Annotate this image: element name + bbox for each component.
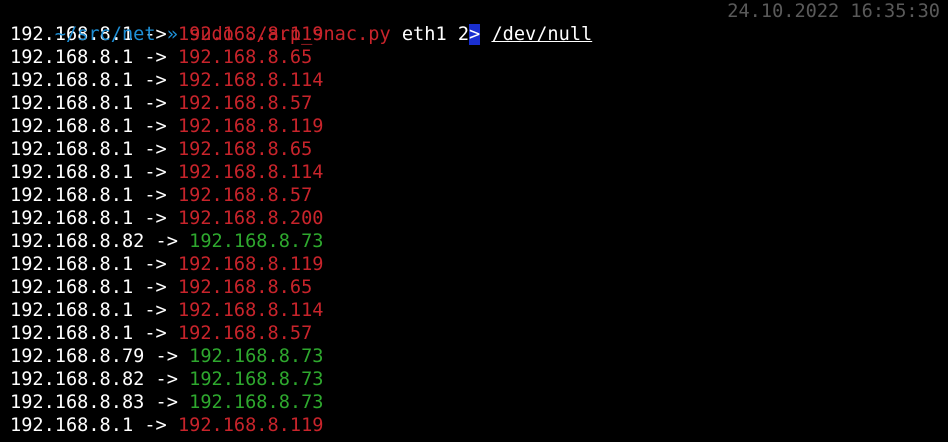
source-ip: 192.168.8.79 xyxy=(10,346,145,367)
destination-ip: 192.168.8.73 xyxy=(189,369,324,390)
destination-ip: 192.168.8.119 xyxy=(177,415,324,436)
destination-ip: 192.168.8.73 xyxy=(189,231,324,252)
output-line: 192.168.8.1 -> 192.168.8.114 xyxy=(10,69,940,92)
source-ip: 192.168.8.1 xyxy=(10,208,134,229)
command-arg: eth1 xyxy=(401,24,447,45)
source-ip: 192.168.8.1 xyxy=(10,116,134,137)
destination-ip: 192.168.8.73 xyxy=(189,392,324,413)
arrow-separator: -> xyxy=(144,116,167,137)
source-ip: 192.168.8.1 xyxy=(10,93,134,114)
arrow-separator: -> xyxy=(155,346,178,367)
arrow-separator: -> xyxy=(144,70,167,91)
destination-ip: 192.168.8.65 xyxy=(177,139,313,160)
text-cursor[interactable]: > xyxy=(469,24,481,45)
source-ip: 192.168.8.1 xyxy=(10,162,134,183)
output-line: 192.168.8.1 -> 192.168.8.114 xyxy=(10,299,940,322)
arrow-separator: -> xyxy=(144,93,167,114)
destination-ip: 192.168.8.57 xyxy=(177,93,313,114)
output-line: 192.168.8.1 -> 192.168.8.119 xyxy=(10,253,940,276)
prompt-arrow: » xyxy=(166,24,178,45)
arrow-separator: -> xyxy=(155,231,178,252)
output-line: 192.168.8.1 -> 192.168.8.57 xyxy=(10,184,940,207)
arrow-separator: -> xyxy=(144,277,167,298)
destination-ip: 192.168.8.114 xyxy=(177,70,324,91)
output-line: 192.168.8.1 -> 192.168.8.57 xyxy=(10,322,940,345)
destination-ip: 192.168.8.65 xyxy=(177,277,313,298)
output-line: 192.168.8.1 -> 192.168.8.119 xyxy=(10,414,940,437)
source-ip: 192.168.8.1 xyxy=(10,254,134,275)
output-line: 192.168.8.1 -> 192.168.8.57 xyxy=(10,92,940,115)
source-ip: 192.168.8.1 xyxy=(10,139,134,160)
arrow-separator: -> xyxy=(144,47,167,68)
output-line: 192.168.8.1 -> 192.168.8.65 xyxy=(10,46,940,69)
command-script: ./arp_snac.py xyxy=(245,24,391,45)
destination-ip: 192.168.8.114 xyxy=(177,300,324,321)
output-line: 192.168.8.82 -> 192.168.8.73 xyxy=(10,230,940,253)
destination-ip: 192.168.8.114 xyxy=(177,162,324,183)
command-sudo: sudo xyxy=(189,24,234,45)
output-line: 192.168.8.1 -> 192.168.8.119 xyxy=(10,115,940,138)
destination-ip: 192.168.8.73 xyxy=(189,346,324,367)
command-output: 192.168.8.1 -> 192.168.8.119 192.168.8.1 … xyxy=(10,23,940,437)
arrow-separator: -> xyxy=(144,185,167,206)
output-line: 192.168.8.83 -> 192.168.8.73 xyxy=(10,391,940,414)
arrow-separator: -> xyxy=(155,392,178,413)
source-ip: 192.168.8.1 xyxy=(10,415,134,436)
arrow-separator: -> xyxy=(144,208,167,229)
arrow-separator: -> xyxy=(144,415,167,436)
arrow-separator: -> xyxy=(144,323,167,344)
arrow-separator: -> xyxy=(155,369,178,390)
terminal-window[interactable]: ~/src/net » sudo ./arp_snac.py eth1 2> /… xyxy=(10,0,940,442)
prompt-line[interactable]: ~/src/net » sudo ./arp_snac.py eth1 2> /… xyxy=(10,0,940,45)
destination-ip: 192.168.8.57 xyxy=(177,185,313,206)
source-ip: 192.168.8.1 xyxy=(10,185,134,206)
output-line: 192.168.8.79 -> 192.168.8.73 xyxy=(10,345,940,368)
source-ip: 192.168.8.82 xyxy=(10,369,145,390)
source-ip: 192.168.8.1 xyxy=(10,323,134,344)
source-ip: 192.168.8.1 xyxy=(10,277,134,298)
destination-ip: 192.168.8.200 xyxy=(177,208,324,229)
destination-ip: 192.168.8.119 xyxy=(177,116,324,137)
prompt-cwd: ~/src/net xyxy=(54,24,156,45)
output-line: 192.168.8.1 -> 192.168.8.65 xyxy=(10,276,940,299)
arrow-separator: -> xyxy=(144,162,167,183)
source-ip: 192.168.8.1 xyxy=(10,300,134,321)
source-ip: 192.168.8.83 xyxy=(10,392,145,413)
output-line: 192.168.8.1 -> 192.168.8.114 xyxy=(10,161,940,184)
destination-ip: 192.168.8.119 xyxy=(177,254,324,275)
destination-ip: 192.168.8.57 xyxy=(177,323,313,344)
arrow-separator: -> xyxy=(144,254,167,275)
output-line: 192.168.8.1 -> 192.168.8.65 xyxy=(10,138,940,161)
destination-ip: 192.168.8.65 xyxy=(177,47,313,68)
output-line: 192.168.8.1 -> 192.168.8.200 xyxy=(10,207,940,230)
command-fd: 2 xyxy=(457,24,470,45)
redirect-target: /dev/null xyxy=(491,24,593,45)
source-ip: 192.168.8.82 xyxy=(10,231,145,252)
arrow-separator: -> xyxy=(144,139,167,160)
output-line: 192.168.8.82 -> 192.168.8.73 xyxy=(10,368,940,391)
arrow-separator: -> xyxy=(144,300,167,321)
prompt-timestamp: 24.10.2022 16:35:30 xyxy=(727,1,940,22)
